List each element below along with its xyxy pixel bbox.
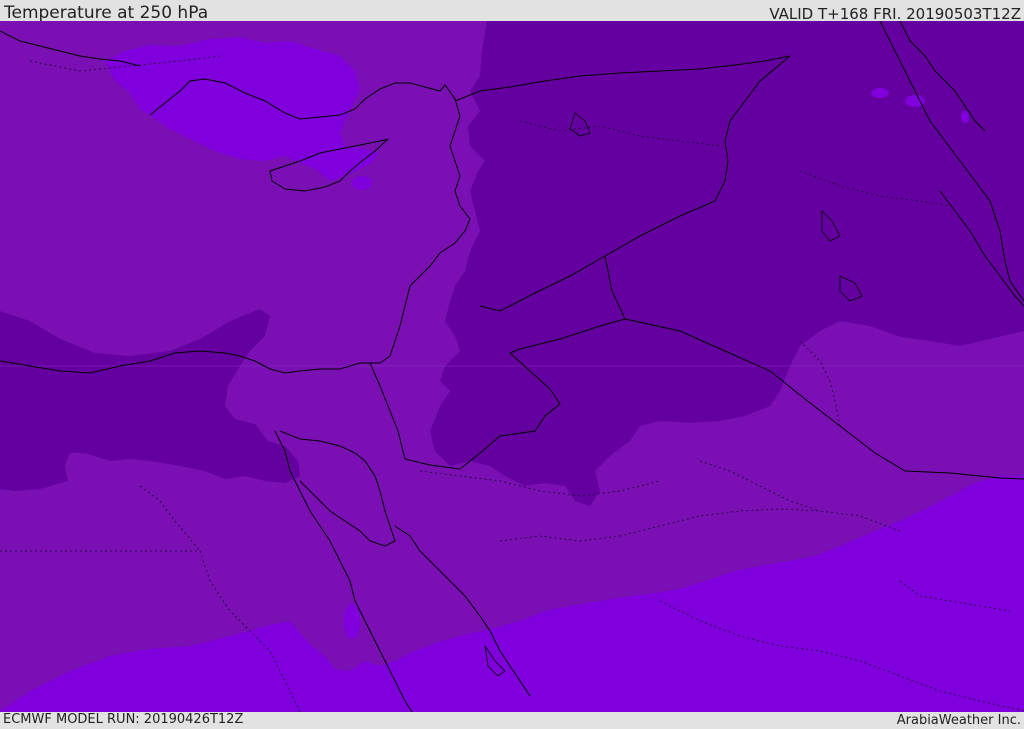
warm-patch-cyprus xyxy=(352,176,372,190)
warm-patch-redsea xyxy=(344,603,360,639)
model-run-label: ECMWF MODEL RUN: 20190426T12Z xyxy=(3,712,244,727)
brand-label: ArabiaWeather Inc. xyxy=(896,713,1021,728)
temperature-map[interactable] xyxy=(0,21,1024,712)
map-header: Temperature at 250 hPa VALID T+168 FRI. … xyxy=(0,0,1024,23)
map-footer: ECMWF MODEL RUN: 20190426T12Z ArabiaWeat… xyxy=(0,712,1024,729)
warm-patch-iran-1 xyxy=(871,88,889,98)
weather-map-page: Temperature at 250 hPa VALID T+168 FRI. … xyxy=(0,0,1024,729)
map-canvas xyxy=(0,21,1024,712)
map-title: Temperature at 250 hPa xyxy=(4,3,209,23)
warm-patch-iran-3 xyxy=(961,111,969,123)
